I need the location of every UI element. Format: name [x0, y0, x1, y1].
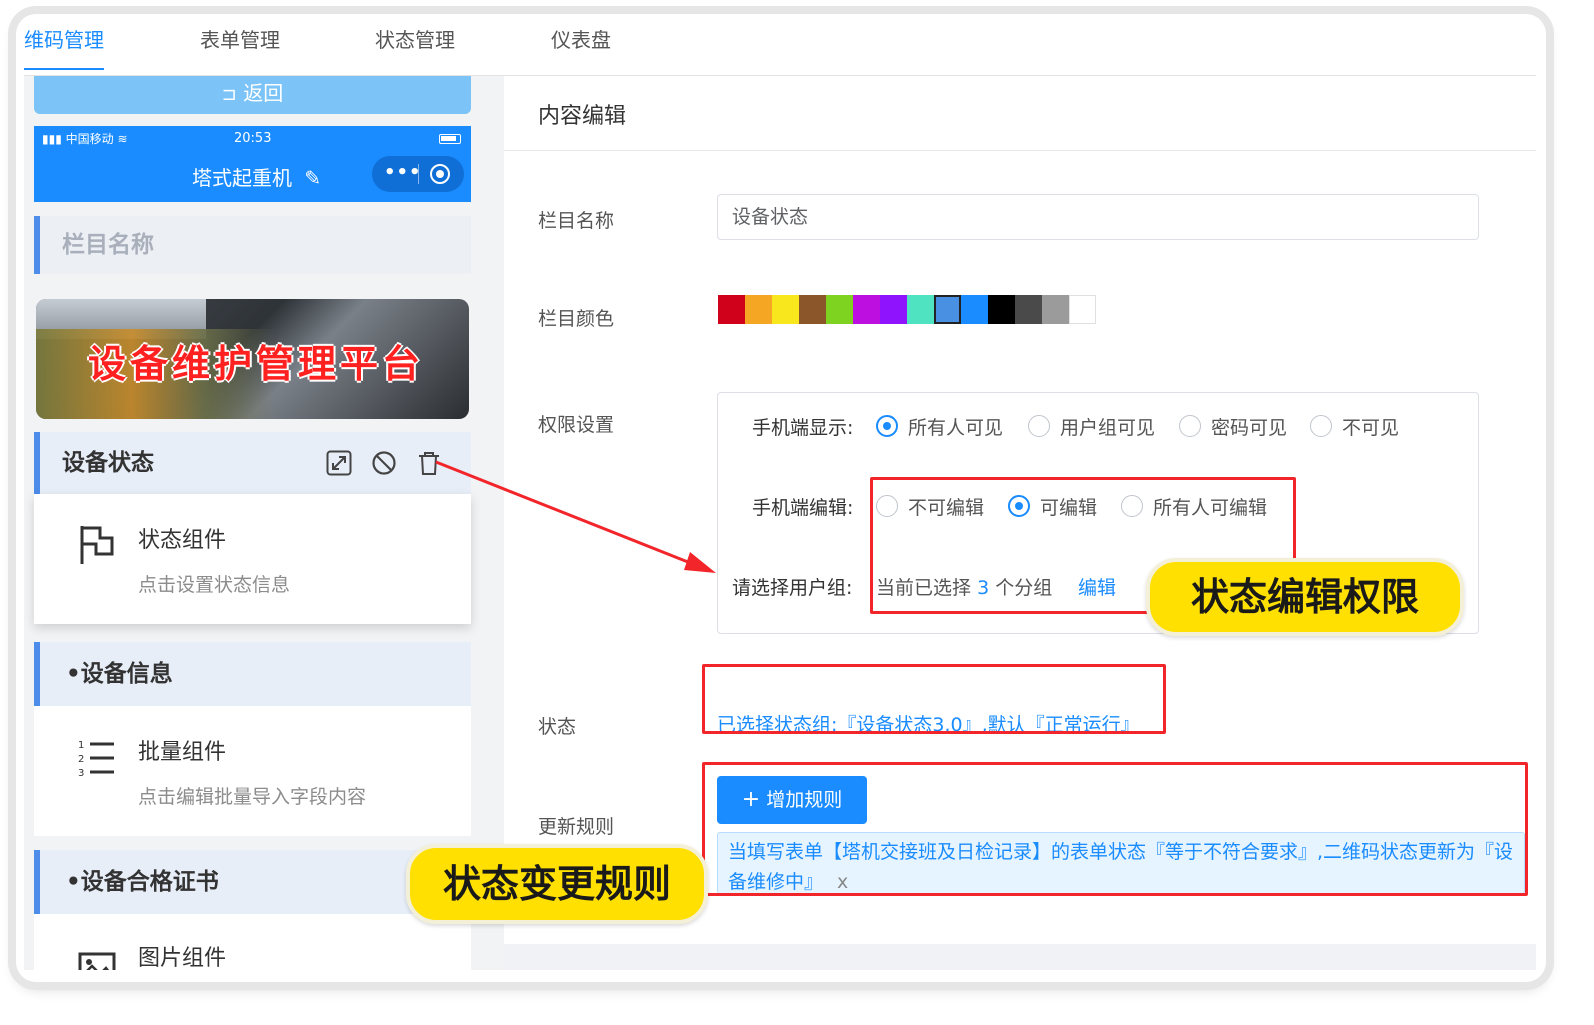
banner-image: 设备维护管理平台: [36, 299, 469, 419]
label-column-color: 栏目颜色: [538, 308, 615, 330]
phone-title[interactable]: 塔式起重机 ✎: [192, 162, 321, 191]
phone-preview-panel: ⊐ 返回 ▮▮▮ 中国移动 ≋ 20:53 塔式起重机 ✎ ••• 栏目名称 设…: [24, 76, 504, 970]
trash-icon[interactable]: [416, 450, 442, 476]
phone-header: ▮▮▮ 中国移动 ≋ 20:53 塔式起重机 ✎ •••: [34, 126, 471, 202]
component-subtitle: 点击设置状态信息: [138, 574, 291, 596]
resize-icon[interactable]: [326, 450, 352, 476]
mobile-display-label: 手机端显示:: [752, 417, 854, 439]
component-title: 批量组件: [138, 740, 227, 765]
radio-display-usergroup[interactable]: [1028, 415, 1050, 437]
color-swatch-purple[interactable]: [880, 295, 907, 324]
callout-change-rule: 状态变更规则: [406, 844, 708, 924]
color-swatch-white[interactable]: [1069, 295, 1096, 324]
flag-icon: [80, 526, 114, 564]
phone-title-text: 塔式起重机: [192, 166, 292, 190]
color-swatch-orange[interactable]: [745, 295, 772, 324]
label-permission: 权限设置: [538, 414, 615, 436]
radio-label: 不可见: [1342, 417, 1400, 439]
back-button[interactable]: ⊐ 返回: [34, 76, 471, 114]
column-name-input[interactable]: 设备状态: [717, 194, 1479, 240]
status-component-card[interactable]: 状态组件 点击设置状态信息: [34, 494, 471, 624]
user-group-label: 请选择用户组:: [732, 577, 853, 599]
annotation-box-rules: [702, 762, 1528, 896]
annotation-box-status: [702, 664, 1166, 734]
component-title: 状态组件: [138, 528, 227, 553]
image-icon: [78, 952, 116, 970]
return-icon: ⊐: [221, 84, 237, 105]
color-swatch-steel-blue-selected[interactable]: [934, 295, 961, 324]
signal-icon: ▮▮▮: [42, 132, 62, 146]
batch-component-card[interactable]: 1 2 3 批量组件 点击编辑批量导入字段内容: [34, 706, 471, 836]
svg-text:1: 1: [78, 740, 84, 751]
color-swatch-black[interactable]: [988, 295, 1015, 324]
color-swatch-blue[interactable]: [961, 295, 988, 324]
column-name-placeholder: 栏目名称: [34, 216, 471, 274]
numbered-list-icon: 1 2 3: [78, 740, 114, 779]
color-swatch-yellow[interactable]: [772, 295, 799, 324]
component-title: 图片组件: [138, 946, 227, 970]
radio-display-everyone[interactable]: [876, 415, 898, 437]
color-swatch-dark-grey[interactable]: [1015, 295, 1042, 324]
color-swatch-magenta[interactable]: [853, 295, 880, 324]
image-component-card[interactable]: 图片组件: [34, 914, 471, 970]
panel-title: 内容编辑: [538, 104, 627, 129]
section-device-status[interactable]: 设备状态: [34, 432, 471, 494]
label-column-name: 栏目名称: [538, 210, 615, 232]
mini-program-capsule: •••: [372, 156, 464, 192]
radio-label: 密码可见: [1211, 417, 1288, 439]
back-button-label: 返回: [243, 81, 284, 105]
tab-status-management[interactable]: 状态管理: [375, 26, 455, 66]
svg-text:3: 3: [78, 768, 84, 779]
color-swatch-grey[interactable]: [1042, 295, 1069, 324]
banner-text: 设备维护管理平台: [88, 342, 425, 386]
wifi-icon: ≋: [117, 132, 128, 146]
top-tab-bar: 维码管理 表单管理 状态管理 仪表盘: [24, 20, 1536, 76]
callout-edit-permission: 状态编辑权限: [1146, 558, 1464, 636]
label-update-rules: 更新规则: [538, 816, 615, 838]
radio-display-hidden[interactable]: [1310, 415, 1332, 437]
close-target-icon[interactable]: [430, 164, 450, 184]
color-swatch-brown[interactable]: [799, 295, 826, 324]
section-device-info[interactable]: •设备信息: [34, 642, 471, 706]
capsule-divider: [418, 164, 419, 184]
label-status: 状态: [538, 716, 577, 738]
color-swatch-teal[interactable]: [907, 295, 934, 324]
disable-icon[interactable]: [371, 450, 397, 476]
tab-dashboard[interactable]: 仪表盘: [551, 26, 611, 66]
tab-form-management[interactable]: 表单管理: [200, 26, 280, 66]
svg-text:2: 2: [78, 754, 84, 765]
component-subtitle: 点击编辑批量导入字段内容: [138, 786, 367, 808]
more-icon[interactable]: •••: [384, 162, 422, 183]
pencil-icon[interactable]: ✎: [304, 166, 321, 190]
carrier-name: 中国移动: [65, 132, 114, 146]
radio-display-password[interactable]: [1179, 415, 1201, 437]
panel-divider: [504, 150, 1536, 151]
section-title: 设备状态: [62, 450, 154, 476]
radio-label: 用户组可见: [1060, 417, 1156, 439]
radio-label: 所有人可见: [908, 417, 1004, 439]
tab-qrcode-management[interactable]: 维码管理: [24, 26, 104, 70]
color-swatch-green[interactable]: [826, 295, 853, 324]
carrier-status: ▮▮▮ 中国移动 ≋: [42, 130, 128, 147]
color-swatch-red[interactable]: [718, 295, 745, 324]
mobile-edit-label: 手机端编辑:: [752, 497, 854, 519]
status-time: 20:53: [234, 131, 272, 146]
battery-icon: [439, 134, 461, 144]
